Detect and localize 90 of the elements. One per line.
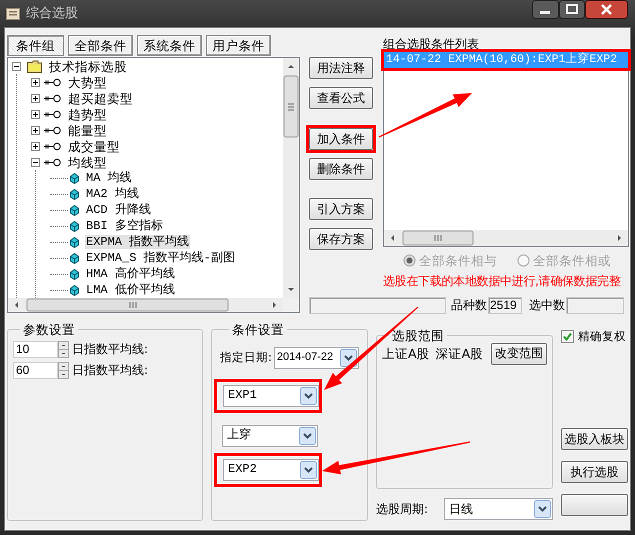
- dropdown[interactable]: EXP1: [223, 384, 319, 407]
- tree-item[interactable]: MA2 均线: [85, 186, 140, 202]
- chevron-down-icon[interactable]: [299, 426, 316, 445]
- group-title: 条件设置: [231, 322, 285, 337]
- maximize-button[interactable]: [559, 0, 585, 19]
- node-icon: [44, 94, 61, 102]
- collapse-icon[interactable]: [12, 62, 21, 70]
- gem-icon: [70, 172, 79, 184]
- market-label: 深证A股: [436, 346, 484, 362]
- tab[interactable]: 系统条件: [137, 35, 202, 56]
- spin-icon[interactable]: [58, 362, 69, 379]
- dropdown[interactable]: EXP2: [223, 458, 319, 481]
- tree-item[interactable]: BBI 多空指标: [85, 218, 164, 234]
- collapse-icon[interactable]: [31, 158, 40, 166]
- dialog-button[interactable]: [561, 494, 628, 516]
- notice-text: 选股在下载的本地数据中进行,请确保数据完整: [383, 274, 622, 289]
- side-button[interactable]: 引入方案: [309, 198, 373, 220]
- tree-item[interactable]: ACD 升降线: [85, 202, 152, 218]
- number-field[interactable]: 60: [13, 362, 58, 379]
- spin-icon[interactable]: [58, 340, 69, 358]
- scrollbar[interactable]: [283, 58, 299, 298]
- date-dropdown[interactable]: 2014-07-22: [274, 346, 359, 369]
- action-button[interactable]: 执行选股: [561, 461, 628, 484]
- field-label: 日指数平均线:: [72, 362, 148, 378]
- tree-item[interactable]: HMA 高价平均线: [85, 266, 176, 282]
- tab[interactable]: 全部条件: [68, 35, 133, 56]
- node-icon: [44, 158, 61, 166]
- gem-icon: [70, 188, 79, 200]
- tab[interactable]: 用户条件: [206, 35, 271, 56]
- expand-icon[interactable]: [31, 142, 40, 150]
- tab[interactable]: 条件组: [7, 35, 64, 56]
- field-label: 指定日期:: [220, 350, 272, 364]
- group-title: 参数设置: [22, 322, 76, 337]
- tree-item[interactable]: 趋势型: [67, 106, 108, 122]
- expand-icon[interactable]: [31, 110, 40, 118]
- gem-icon: [70, 204, 79, 216]
- chevron-down-icon[interactable]: [300, 460, 317, 479]
- chevron-down-icon[interactable]: [340, 348, 357, 367]
- count-label: 品种数: [451, 298, 487, 312]
- checkbox[interactable]: [561, 330, 574, 344]
- node-icon: [44, 110, 61, 118]
- field-label: 日指数平均线:: [72, 342, 148, 356]
- side-button[interactable]: 删除条件: [309, 158, 373, 180]
- expand-icon[interactable]: [31, 126, 40, 134]
- tree-item[interactable]: 均线型: [67, 154, 108, 170]
- window-title: 综合选股: [26, 6, 78, 22]
- field-label: 选股周期:: [376, 502, 428, 516]
- period-dropdown[interactable]: 日线: [444, 498, 553, 520]
- node-icon: [44, 126, 61, 134]
- action-button[interactable]: 选股入板块: [561, 428, 628, 450]
- side-button[interactable]: 加入条件: [309, 128, 373, 150]
- node-icon: [44, 78, 61, 86]
- tree-item[interactable]: 能量型: [67, 122, 108, 138]
- tree-item[interactable]: 大势型: [67, 74, 108, 90]
- node-icon: [44, 142, 61, 150]
- group-title: 选股范围: [391, 328, 445, 343]
- side-button[interactable]: 用法注释: [309, 57, 373, 79]
- gem-icon: [70, 252, 79, 264]
- gem-icon: [70, 220, 79, 232]
- minimize-button[interactable]: [532, 0, 559, 19]
- radio-label: 全部条件相或: [533, 253, 611, 268]
- tree-item[interactable]: LMA 低价平均线: [85, 282, 176, 298]
- tree-item[interactable]: EXPMA 指数平均线: [85, 234, 190, 250]
- radio-label: 全部条件相与: [419, 253, 497, 268]
- gem-icon: [70, 268, 79, 280]
- checkbox-label: 精确复权: [578, 330, 626, 344]
- dropdown[interactable]: 上穿: [222, 424, 318, 447]
- tree-item[interactable]: MA 均线: [85, 170, 133, 186]
- close-button[interactable]: [585, 0, 628, 19]
- folder-icon: [27, 60, 42, 72]
- tree-item[interactable]: 技术指标选股: [48, 58, 128, 74]
- number-field[interactable]: 10: [13, 340, 58, 358]
- side-button[interactable]: 保存方案: [309, 228, 373, 250]
- tree-item[interactable]: EXPMA_S 指数平均线-副图: [85, 250, 236, 266]
- chevron-down-icon[interactable]: [300, 386, 317, 405]
- expand-icon[interactable]: [31, 94, 40, 102]
- market-label: 上证A股: [382, 346, 430, 362]
- selected-count-field: [566, 296, 624, 314]
- expand-icon[interactable]: [31, 78, 40, 86]
- tree-item[interactable]: 超买超卖型: [67, 90, 134, 106]
- selected-count-label: 选中数: [529, 298, 565, 312]
- count-field: 2519: [488, 296, 522, 314]
- chevron-down-icon[interactable]: [534, 500, 551, 518]
- app-icon: [6, 8, 20, 20]
- gem-icon: [70, 236, 79, 248]
- side-button[interactable]: 查看公式: [309, 87, 373, 109]
- scrollbar[interactable]: [384, 230, 628, 246]
- gem-icon: [70, 284, 79, 296]
- change-scope-button[interactable]: 改变范围: [491, 342, 547, 365]
- tree-item[interactable]: 成交量型: [67, 138, 121, 154]
